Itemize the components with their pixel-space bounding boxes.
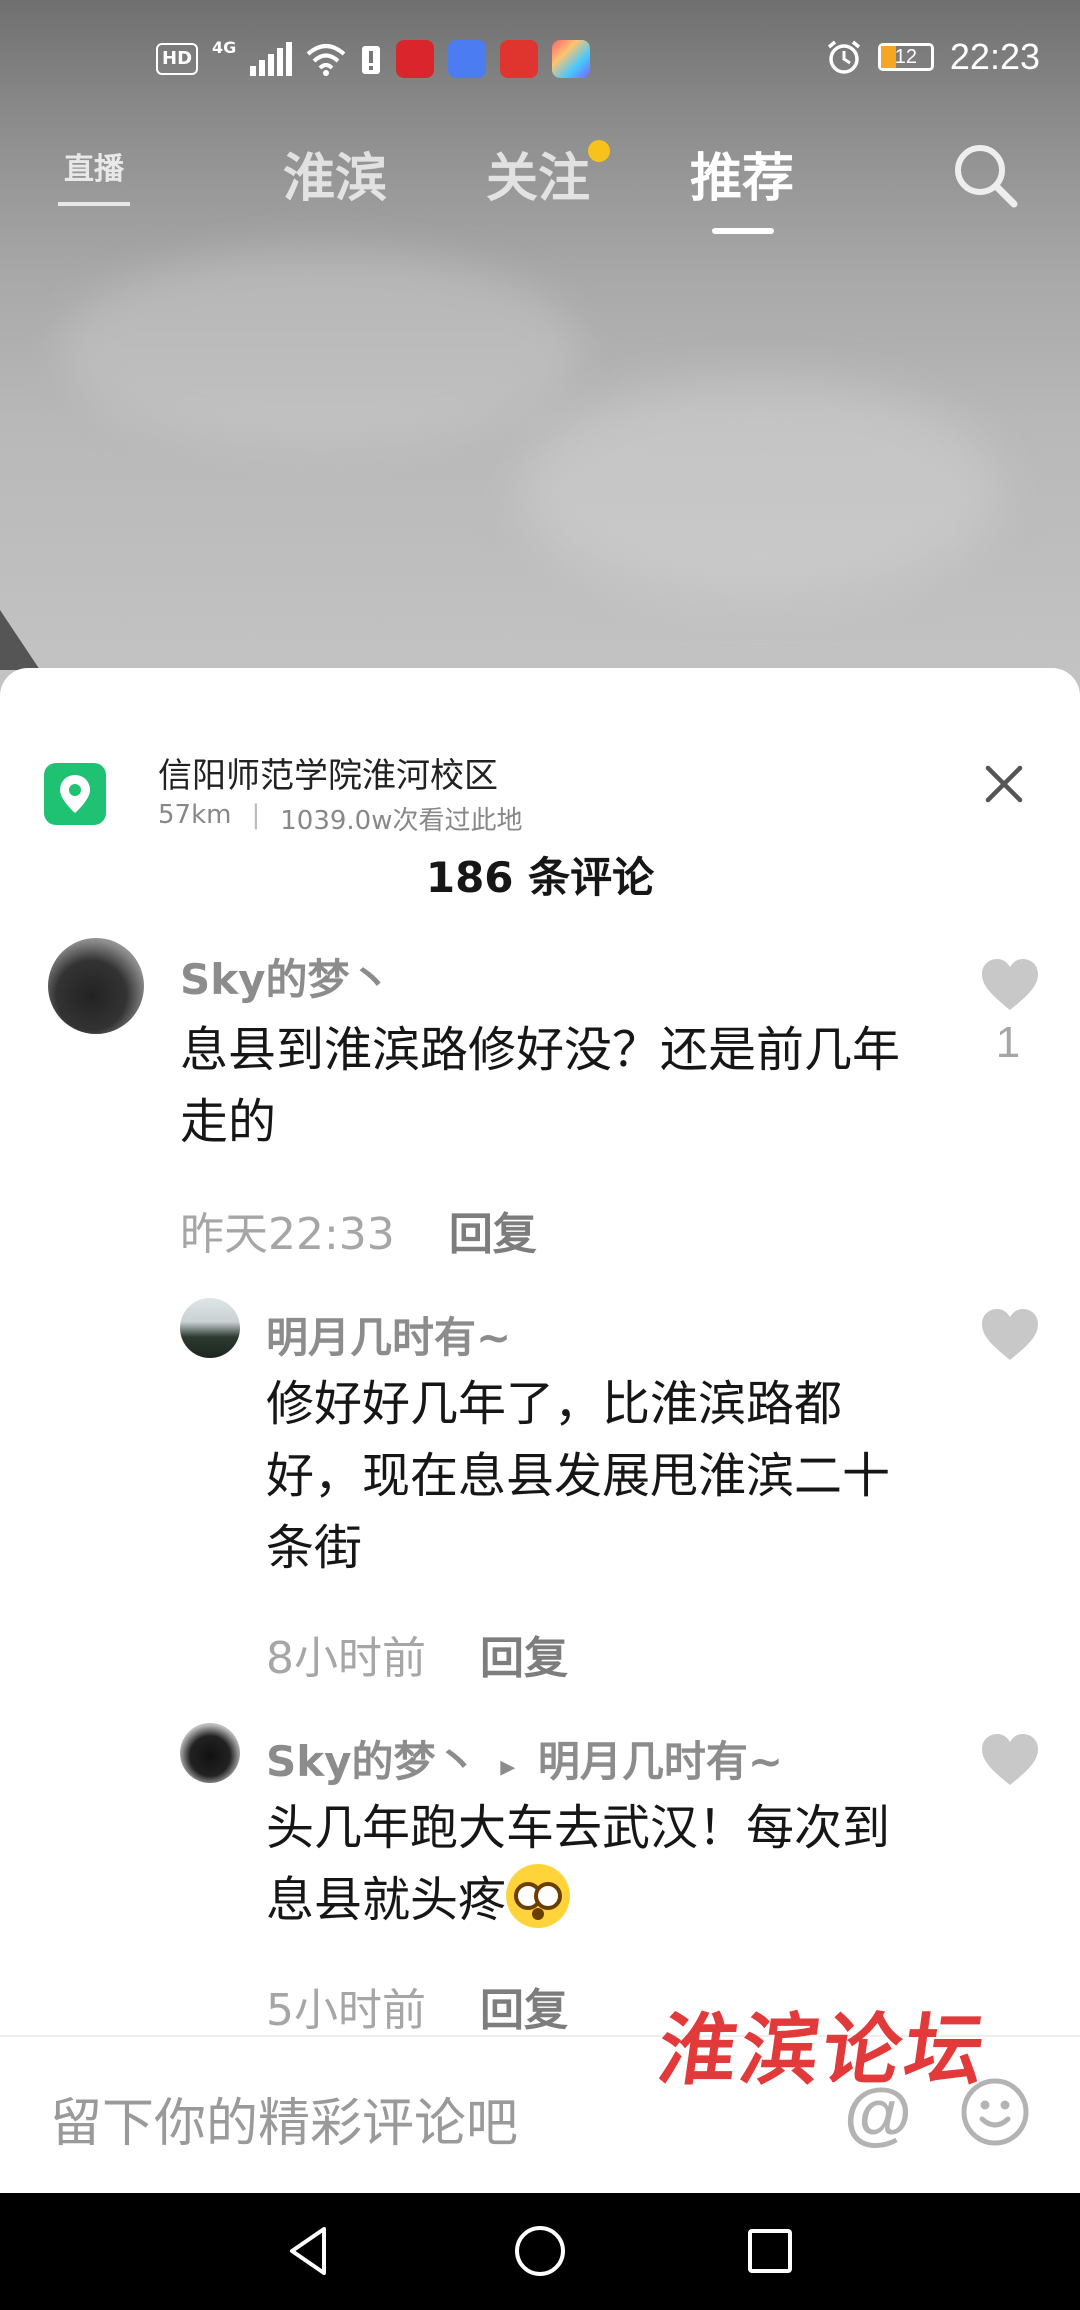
like-count: 1	[995, 1018, 1021, 1067]
signal-icon	[250, 42, 293, 76]
reply-button[interactable]: 回复	[480, 1622, 568, 1686]
like-heart-icon[interactable]	[980, 1733, 1040, 1787]
comment-input[interactable]: 留下你的精彩评论吧	[50, 2081, 518, 2156]
cloud-shape	[60, 250, 580, 450]
tab-huaibin[interactable]: 淮滨	[283, 136, 387, 211]
status-bar: HD 4G 12 22:23	[0, 30, 1080, 94]
reply-to-username[interactable]: 明月几时有~	[538, 1737, 783, 1786]
close-icon[interactable]	[978, 758, 1030, 810]
wifi-icon	[306, 44, 346, 76]
reply-to-arrow-icon: ▸	[500, 1749, 516, 1784]
reader-app-icon	[500, 40, 539, 78]
location-card[interactable]: 信阳师范学院淮河校区 57km | 1039.0w次看过此地	[0, 708, 1080, 836]
comment-meta: 昨天22:33 回复	[180, 1198, 537, 1262]
like-heart-icon[interactable]	[980, 1308, 1040, 1362]
gallery-app-icon	[552, 40, 591, 78]
roof-shape	[0, 610, 40, 670]
comment-username[interactable]: Sky的梦丶	[180, 946, 392, 1007]
like-heart-icon[interactable]	[980, 958, 1040, 1012]
tab-label: 关注	[486, 149, 591, 209]
app-notification-icon	[396, 40, 435, 78]
status-right: 12 22:23	[826, 36, 1040, 78]
reply-button[interactable]: 回复	[449, 1198, 537, 1262]
reply-time: 5小时前	[266, 1985, 426, 2036]
reply-button[interactable]: 回复	[480, 1974, 568, 2038]
reply-meta: 5小时前 回复	[266, 1974, 568, 2038]
comment-time: 昨天22:33	[180, 1209, 395, 1260]
cloud-shape	[520, 380, 1000, 600]
music-app-icon	[448, 40, 487, 78]
location-subtitle: 57km | 1039.0w次看过此地	[158, 800, 522, 837]
recents-icon[interactable]	[738, 2219, 802, 2283]
status-left: HD 4G	[156, 38, 591, 78]
search-icon[interactable]	[950, 140, 1020, 210]
comment-count: 186 条评论	[425, 853, 655, 902]
clock: 22:23	[949, 36, 1040, 77]
avatar[interactable]	[180, 1298, 240, 1358]
battery-level: 12	[894, 46, 918, 68]
location-views: 1039.0w次看过此地	[280, 806, 523, 836]
tab-label: 淮滨	[283, 149, 388, 209]
reply-username[interactable]: 明月几时有~	[266, 1304, 511, 1365]
reply-meta: 8小时前 回复	[266, 1622, 568, 1686]
live-button[interactable]: 直播	[58, 134, 130, 206]
avatar[interactable]	[180, 1723, 240, 1783]
comment-sheet: 信阳师范学院淮河校区 57km | 1039.0w次看过此地 186 条评论 S…	[0, 668, 1080, 2193]
reply-username[interactable]: Sky的梦丶	[266, 1737, 478, 1786]
reply-text: 头几年跑大车去武汉！每次到息县就头疼	[266, 1800, 891, 1928]
comment-text[interactable]: 息县到淮滨路修好没？还是前几年走的	[180, 1014, 940, 1158]
tab-label: 推荐	[690, 149, 795, 209]
location-title: 信阳师范学院淮河校区	[158, 756, 498, 796]
separator: |	[251, 800, 261, 830]
reply-username-line: Sky的梦丶 ▸ 明月几时有~	[266, 1728, 783, 1789]
dizzy-face-emoji-icon	[506, 1864, 571, 1928]
network-type: 4G	[212, 38, 237, 57]
hd-icon: HD	[156, 43, 199, 75]
reply-text-wrap[interactable]: 头几年跑大车去武汉！每次到息县就头疼	[266, 1792, 926, 1936]
back-icon[interactable]	[278, 2219, 342, 2283]
reply-time: 8小时前	[266, 1633, 426, 1684]
active-tab-indicator	[712, 228, 774, 234]
alert-icon	[362, 46, 381, 74]
location-pin-icon	[44, 763, 106, 825]
notification-dot	[588, 140, 611, 162]
battery-icon: 12	[877, 43, 934, 71]
avatar[interactable]	[48, 938, 144, 1034]
watermark: 淮滨论坛	[652, 2005, 994, 2096]
video-background[interactable]	[0, 0, 1080, 700]
home-icon[interactable]	[508, 2219, 572, 2283]
alarm-icon	[827, 40, 861, 74]
location-distance: 57km	[158, 800, 232, 830]
top-nav: 直播 淮滨 关注 推荐	[0, 120, 1080, 234]
reply-text[interactable]: 修好好几年了，比淮滨路都好，现在息县发展甩淮滨二十条街	[266, 1368, 926, 1584]
system-nav-bar	[0, 2193, 1080, 2310]
tab-following[interactable]: 关注	[486, 136, 611, 211]
tab-recommended[interactable]: 推荐	[690, 136, 795, 234]
